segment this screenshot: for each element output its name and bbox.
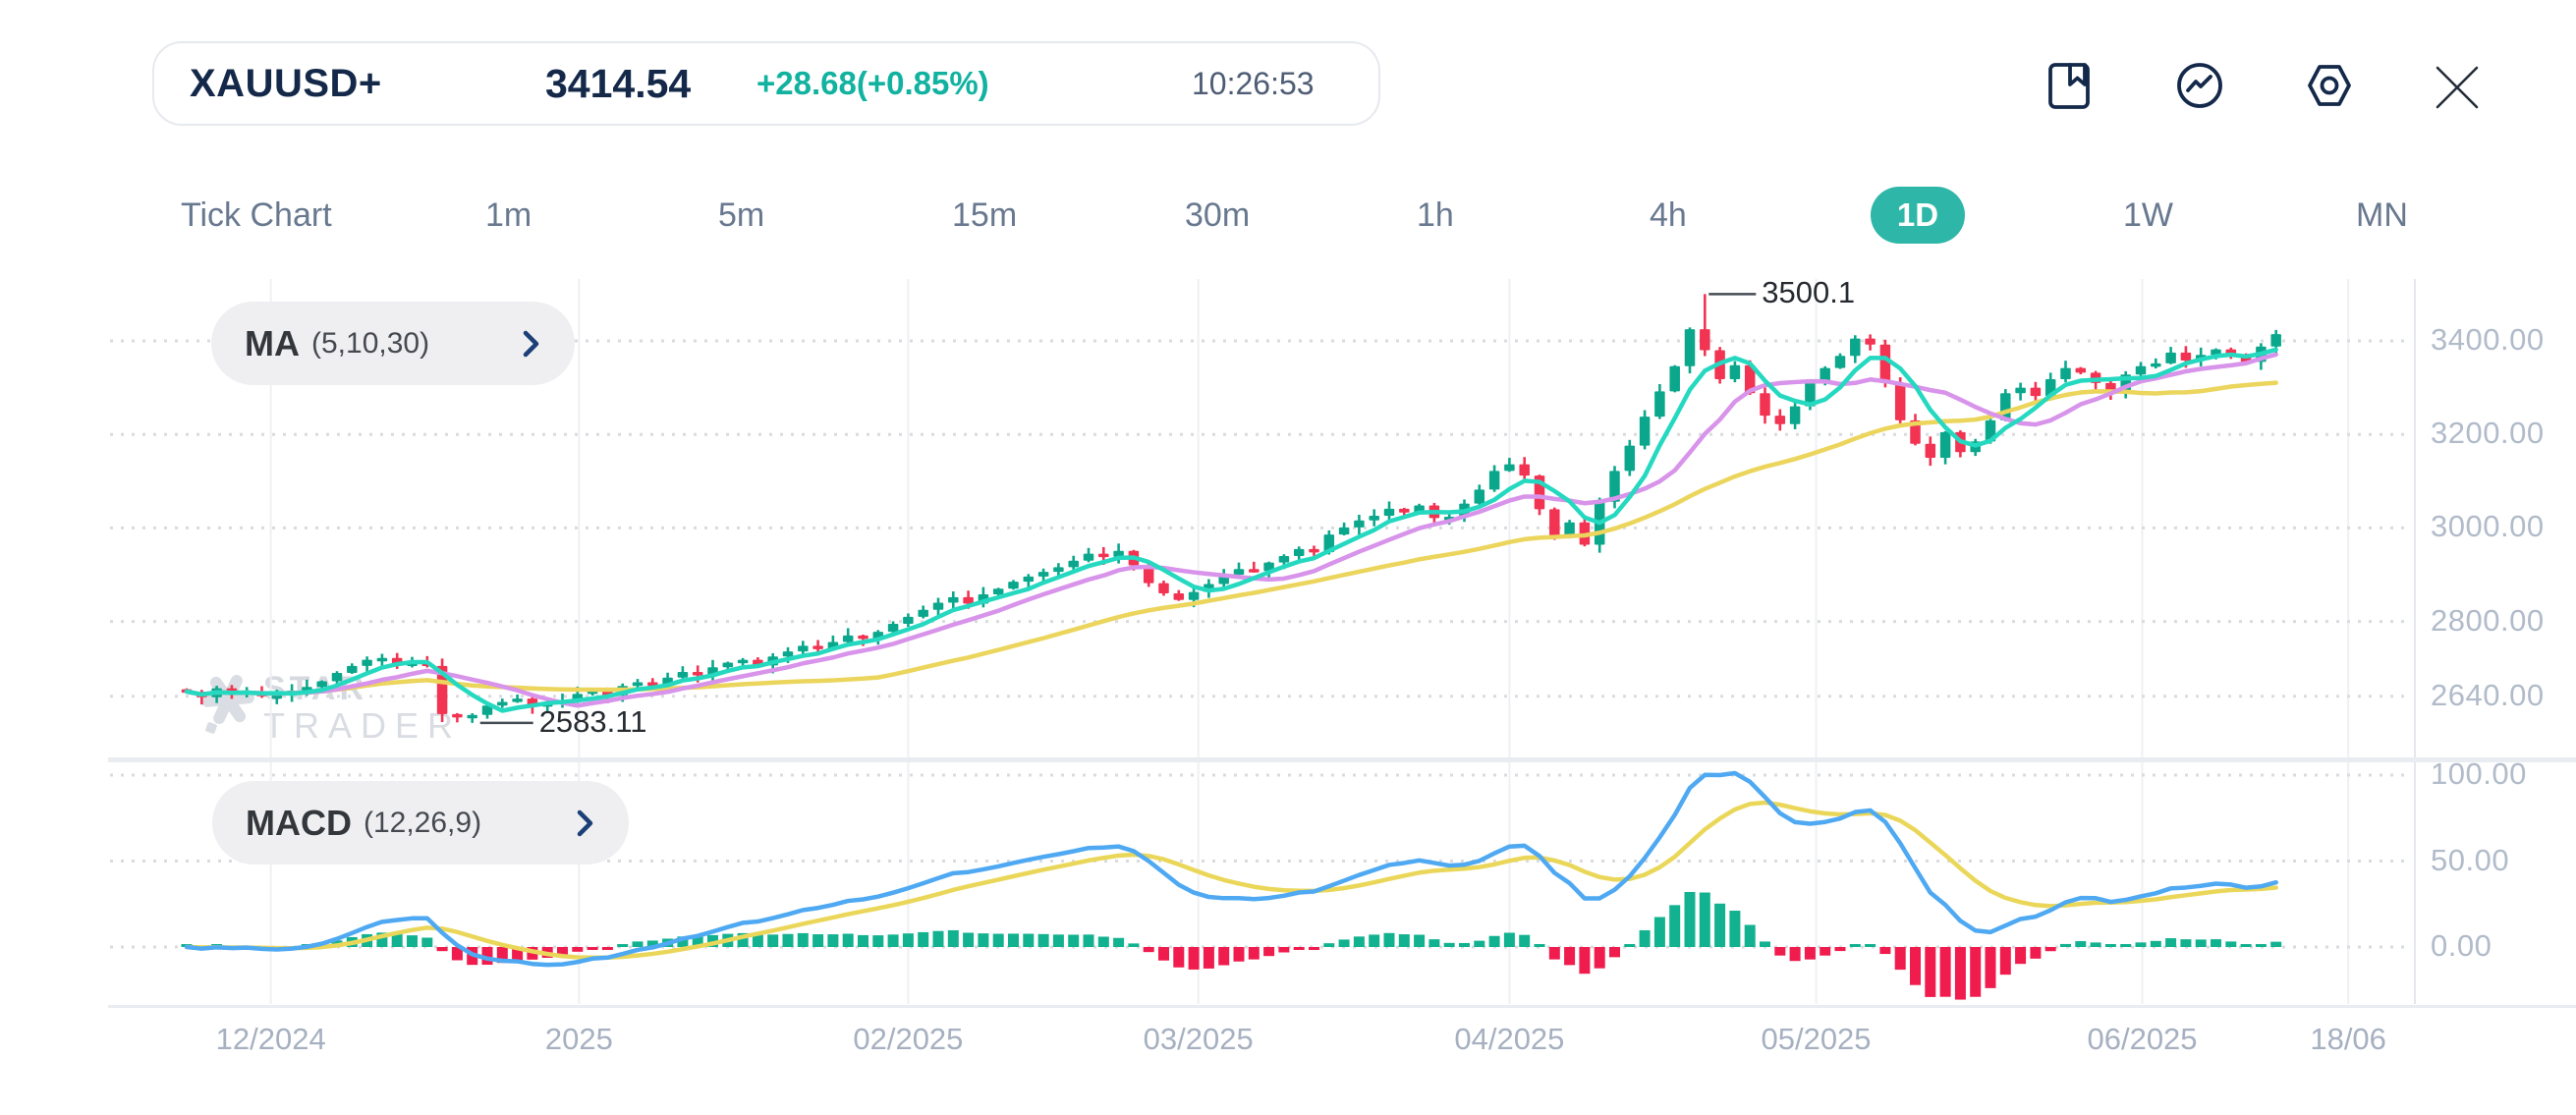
low-annotation: 2583.11 [539,704,647,740]
x-axis-label: 2025 [545,1022,613,1057]
x-axis-label: 03/2025 [1144,1022,1254,1057]
x-axis-label: 06/2025 [2087,1022,2197,1057]
pane-separator-top [108,757,2576,762]
macd-axis-tick: 100.00 [2431,756,2527,792]
x-axis-label: 02/2025 [853,1022,963,1057]
ma-label: MA [245,323,300,364]
macd-axis-tick: 0.00 [2431,928,2492,964]
price-axis-tick: 3000.00 [2431,509,2545,544]
high-annotation: 3500.1 [1762,275,1855,310]
ma-lines-group [187,350,2276,711]
x-axis-label: 04/2025 [1454,1022,1564,1057]
x-axis-label: 12/2024 [216,1022,326,1057]
chevron-right-icon [576,808,595,838]
pane-separator-bottom [108,1005,2576,1008]
macd-label: MACD [246,803,352,844]
price-axis-tick: 3200.00 [2431,416,2545,451]
x-axis-label: 18/06 [2310,1022,2386,1057]
macd-params: (12,26,9) [364,807,481,840]
price-chart[interactable] [0,0,2576,1115]
price-axis-tick: 3400.00 [2431,322,2545,358]
chevron-right-icon [522,329,541,359]
ma-indicator-button[interactable]: MA (5,10,30) [211,302,575,385]
macd-indicator-button[interactable]: MACD (12,26,9) [212,781,629,864]
macd-histogram-group [182,892,2282,1000]
x-axis-label: 05/2025 [1761,1022,1871,1057]
price-axis-tick: 2800.00 [2431,603,2545,639]
ma-params: (5,10,30) [311,327,429,361]
macd-axis-tick: 50.00 [2431,843,2509,878]
price-axis-tick: 2640.00 [2431,678,2545,713]
